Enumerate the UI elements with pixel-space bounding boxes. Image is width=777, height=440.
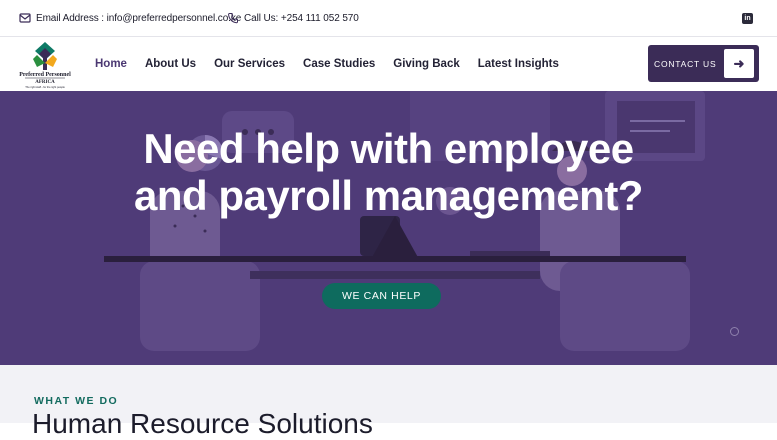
hero-banner: Need help with employee and payroll mana… <box>0 91 777 365</box>
nav-giving-back[interactable]: Giving Back <box>393 58 459 70</box>
section-eyebrow: WHAT WE DO <box>34 395 119 407</box>
nav-home[interactable]: Home <box>95 58 127 70</box>
hero-title: Need help with employee and payroll mana… <box>134 125 643 219</box>
company-logo[interactable]: Preferred Personnel AFRICA The right sta… <box>17 41 73 89</box>
email-contact[interactable]: Email Address : info@preferredpersonnel.… <box>19 12 241 24</box>
nav-menu: Home About Us Our Services Case Studies … <box>95 37 577 91</box>
nav-latest-insights[interactable]: Latest Insights <box>478 58 559 70</box>
what-we-do-section: WHAT WE DO Human Resource Solutions <box>0 365 777 439</box>
phone-label: Call Us: +254 111 052 570 <box>244 12 359 24</box>
hero-divider <box>104 256 686 262</box>
email-label: Email Address : info@preferredpersonnel.… <box>36 12 242 24</box>
we-can-help-button[interactable]: WE CAN HELP <box>322 283 441 309</box>
envelope-icon <box>19 13 31 23</box>
top-info-bar: Email Address : info@preferredpersonnel.… <box>0 0 777 37</box>
main-navbar: Preferred Personnel AFRICA The right sta… <box>0 37 777 91</box>
contact-us-button[interactable]: CONTACT US ➜ <box>648 45 759 82</box>
section-title: Human Resource Solutions <box>32 408 373 439</box>
slider-dot[interactable] <box>730 327 739 336</box>
arrow-right-icon: ➜ <box>724 49 754 78</box>
linkedin-icon[interactable]: in <box>742 13 753 24</box>
logo-name-line1: Preferred Personnel <box>19 72 71 78</box>
nav-case-studies[interactable]: Case Studies <box>303 58 375 70</box>
phone-icon <box>228 13 238 24</box>
logo-name-line2: AFRICA <box>35 80 55 85</box>
nav-about-us[interactable]: About Us <box>145 58 196 70</box>
nav-our-services[interactable]: Our Services <box>214 58 285 70</box>
phone-contact[interactable]: Call Us: +254 111 052 570 <box>227 12 359 24</box>
contact-us-label: CONTACT US <box>654 58 717 69</box>
logo-tagline: The right staff...for the right people <box>25 85 65 89</box>
